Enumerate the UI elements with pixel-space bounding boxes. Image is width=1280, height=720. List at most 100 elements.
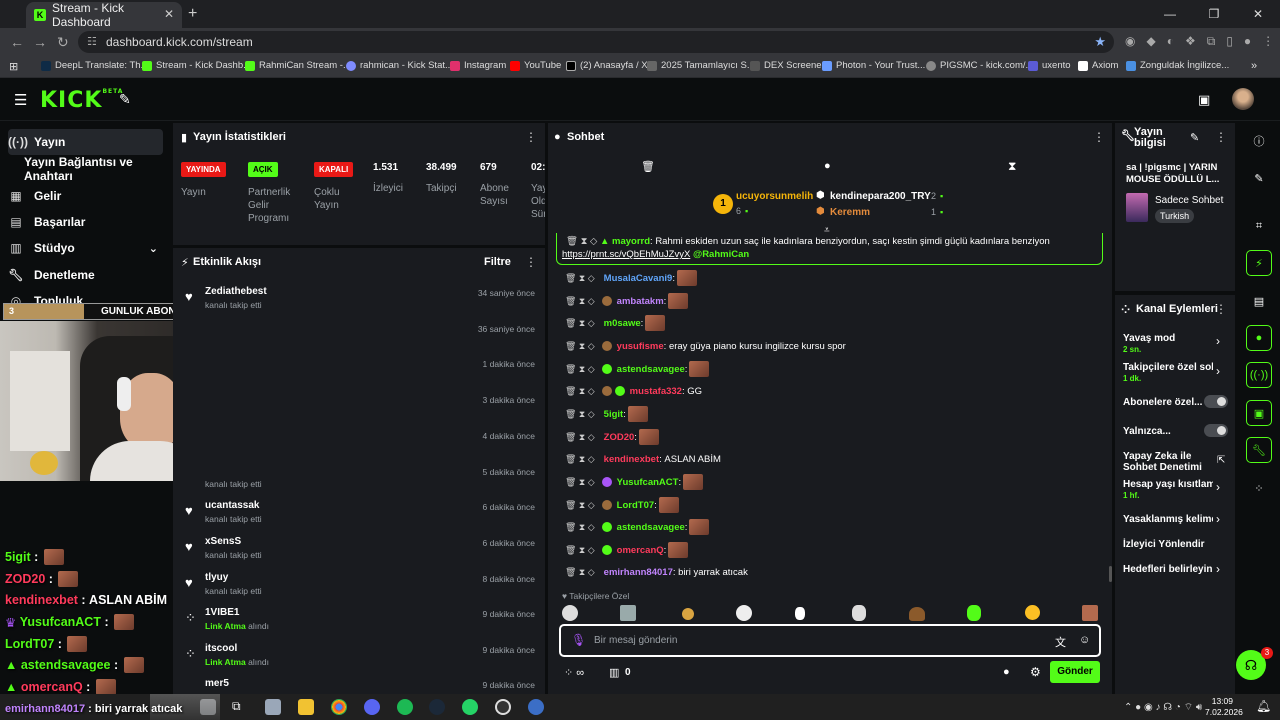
message-actions-icon[interactable]: 🗑︎ ⧗ ◇ bbox=[565, 432, 595, 443]
minimize-icon[interactable]: — bbox=[1148, 0, 1192, 28]
avatar[interactable] bbox=[1232, 88, 1254, 110]
emote-icon[interactable] bbox=[1025, 605, 1040, 620]
extension-icon[interactable]: ◐ bbox=[1167, 34, 1174, 49]
close-window-icon[interactable]: ✕ bbox=[1236, 0, 1280, 28]
notification-icon[interactable]: 🔔︎ bbox=[1256, 699, 1271, 713]
pencil-icon[interactable]: ✎ bbox=[1246, 165, 1272, 191]
followers-only-action[interactable]: Takipçilere özel soh 1 dk. bbox=[1123, 362, 1213, 384]
extension-icon[interactable]: ❖ bbox=[1185, 34, 1196, 49]
bookmark-item[interactable]: Stream - Kick Dashb... bbox=[142, 60, 251, 71]
more-bookmarks-icon[interactable]: » bbox=[1251, 60, 1257, 72]
profile-icon[interactable]: ● bbox=[1244, 34, 1251, 49]
gear-icon[interactable]: ⚙ bbox=[1030, 665, 1041, 679]
emote-icon[interactable] bbox=[1082, 605, 1098, 621]
chevron-right-icon[interactable]: › bbox=[1216, 480, 1220, 494]
emote-icon[interactable] bbox=[682, 608, 694, 620]
chrome-icon[interactable] bbox=[331, 699, 347, 715]
raid-action[interactable]: İzleyici Yönlendir bbox=[1123, 539, 1205, 550]
bolt-icon[interactable]: ⚡︎ bbox=[1246, 250, 1272, 276]
forward-icon[interactable]: → bbox=[33, 34, 47, 50]
document-icon[interactable]: ▤ bbox=[1246, 288, 1272, 314]
emote-icon[interactable] bbox=[562, 605, 578, 621]
message-actions-icon[interactable]: 🗑︎ ⧗ ◇ bbox=[565, 500, 595, 511]
bookmark-item[interactable]: DEX Screener bbox=[750, 60, 825, 71]
bookmark-item[interactable]: YouTube bbox=[510, 60, 561, 71]
apps-icon[interactable]: ⊞ bbox=[9, 60, 18, 73]
sidebar-item-revenue[interactable]: ▦ Gelir bbox=[8, 183, 163, 209]
bookmark-item[interactable]: uxento bbox=[1028, 60, 1071, 71]
chat-settings-bubble-icon[interactable]: ● bbox=[1003, 666, 1010, 678]
emoji-icon[interactable]: ☺ bbox=[1079, 634, 1090, 646]
message-actions-icon[interactable]: 🗑︎ ⧗ ◇ bbox=[565, 273, 595, 284]
account-age-action[interactable]: Hesap yaşı kısıtlama 1 hf. bbox=[1123, 479, 1213, 501]
filter-button[interactable]: Filtre bbox=[484, 256, 511, 268]
trash-icon[interactable]: 🗑︎ bbox=[641, 160, 655, 173]
tools-icon[interactable]: ✎ bbox=[119, 91, 131, 108]
new-tab-icon[interactable]: + bbox=[188, 5, 197, 23]
steam-icon[interactable] bbox=[429, 699, 445, 715]
slow-mode-action[interactable]: Yavaş mod 2 sn. bbox=[1123, 333, 1175, 355]
sidebar-item-stream[interactable]: ((·)) Yayın bbox=[8, 129, 163, 155]
kick-logo[interactable]: KICKBETA bbox=[40, 88, 123, 113]
bookmark-item[interactable]: rahmican - Kick Stat... bbox=[346, 60, 453, 71]
sidebar-item-stream-key[interactable]: Yayın Bağlantısı ve Anahtarı bbox=[24, 155, 179, 183]
sidebar-item-studio[interactable]: ▥ Stüdyo ⌄ bbox=[8, 235, 163, 261]
ai-moderation-action[interactable]: Yapay Zeka ile Sohbet Denetimi bbox=[1123, 451, 1203, 473]
task-view-icon[interactable]: ⧉ bbox=[232, 699, 248, 715]
obs-icon[interactable] bbox=[495, 699, 511, 715]
stream-info-menu-icon[interactable]: ⋮ bbox=[1215, 130, 1227, 144]
second-gifter-name[interactable]: kendinepara200_TRY bbox=[830, 191, 931, 202]
subscribers-only-toggle[interactable] bbox=[1204, 395, 1228, 408]
bookmark-item[interactable]: Photon - Your Trust... bbox=[822, 60, 925, 71]
tab-close-icon[interactable]: ✕ bbox=[164, 7, 174, 21]
restore-icon[interactable]: ❐ bbox=[1192, 0, 1236, 28]
channel-actions-menu-icon[interactable]: ⋮ bbox=[1215, 302, 1227, 316]
discord-icon[interactable] bbox=[364, 699, 380, 715]
message-actions-icon[interactable]: 🗑︎ ⧗ ◇ bbox=[565, 545, 595, 556]
bookmark-star-icon[interactable]: ★ bbox=[1094, 31, 1106, 53]
menu-icon[interactable]: ⋮ bbox=[1262, 34, 1274, 49]
bookmark-item[interactable]: DeepL Translate: Th... bbox=[41, 60, 148, 71]
crop-icon[interactable]: ⌗ bbox=[1246, 213, 1272, 239]
clock-date[interactable]: 7.02.2026 bbox=[1205, 707, 1243, 717]
bookmark-item[interactable]: Axiom bbox=[1078, 60, 1118, 71]
info-icon[interactable]: ⓘ bbox=[1246, 128, 1272, 154]
extension-icon[interactable]: ◆ bbox=[1146, 34, 1155, 49]
message-actions-icon[interactable]: 🗑︎ ⧗ ◇ bbox=[565, 296, 595, 307]
message-actions-icon[interactable]: 🗑︎ ⧗ ◇ bbox=[565, 386, 595, 397]
message-actions-icon[interactable]: 🗑︎ ⧗ ◇ bbox=[565, 341, 595, 352]
app-icon[interactable] bbox=[528, 699, 544, 715]
stats-menu-icon[interactable]: ⋮ bbox=[525, 130, 537, 144]
bookmark-item[interactable]: RahmiCan Stream -... bbox=[245, 60, 351, 71]
chat-mode-icon[interactable]: ● bbox=[824, 160, 831, 172]
activity-menu-icon[interactable]: ⋮ bbox=[525, 255, 537, 269]
wrench-icon[interactable]: 🔧︎ bbox=[1246, 437, 1272, 463]
chat-scrollbar[interactable] bbox=[1109, 566, 1112, 582]
hourglass-icon[interactable]: ⧗ bbox=[1008, 159, 1016, 174]
message-actions-icon[interactable]: 🗑︎ ⧗ ◇ bbox=[565, 364, 595, 375]
chevron-right-icon[interactable]: › bbox=[1216, 334, 1220, 348]
browser-tab[interactable]: K Stream - Kick Dashboard ✕ bbox=[26, 1, 182, 29]
emote-only-toggle[interactable] bbox=[1204, 424, 1228, 437]
wallet-icon[interactable]: ▣ bbox=[1246, 400, 1272, 426]
emote-icon[interactable] bbox=[852, 605, 866, 621]
reload-icon[interactable]: ↻ bbox=[57, 34, 69, 51]
chat-mention[interactable]: @RahmiCan bbox=[693, 249, 749, 260]
message-actions-icon[interactable]: 🗑︎ ⧗ ◇ bbox=[565, 454, 595, 465]
banned-words-action[interactable]: Yasaklanmış kelime bbox=[1123, 514, 1213, 525]
url-input[interactable]: ☷ dashboard.kick.com/stream ★ bbox=[78, 31, 1114, 53]
send-button[interactable]: Gönder bbox=[1050, 661, 1100, 683]
message-actions-icon[interactable]: 🗑︎ ⧗ ◇ bbox=[565, 409, 595, 420]
emote-icon[interactable] bbox=[736, 605, 752, 621]
emote-icon[interactable] bbox=[967, 605, 981, 621]
chevron-right-icon[interactable]: › bbox=[1216, 364, 1220, 378]
message-actions-icon[interactable]: 🗑︎ ⧗ ◇ bbox=[565, 522, 595, 533]
wallet-icon[interactable]: ▣ bbox=[1198, 92, 1210, 108]
emote-icon[interactable] bbox=[620, 605, 636, 621]
file-explorer-icon[interactable] bbox=[298, 699, 314, 715]
translate-icon[interactable]: 文 bbox=[1055, 634, 1066, 650]
chat-link[interactable]: https://prnt.sc/vQbEhMuJZvyX bbox=[562, 249, 690, 260]
external-link-icon[interactable]: ⇱ bbox=[1217, 455, 1225, 466]
message-actions-icon[interactable]: 🗑︎ ⧗ ◇ bbox=[565, 567, 595, 578]
gift-box-icon[interactable]: ▥ bbox=[609, 666, 619, 679]
